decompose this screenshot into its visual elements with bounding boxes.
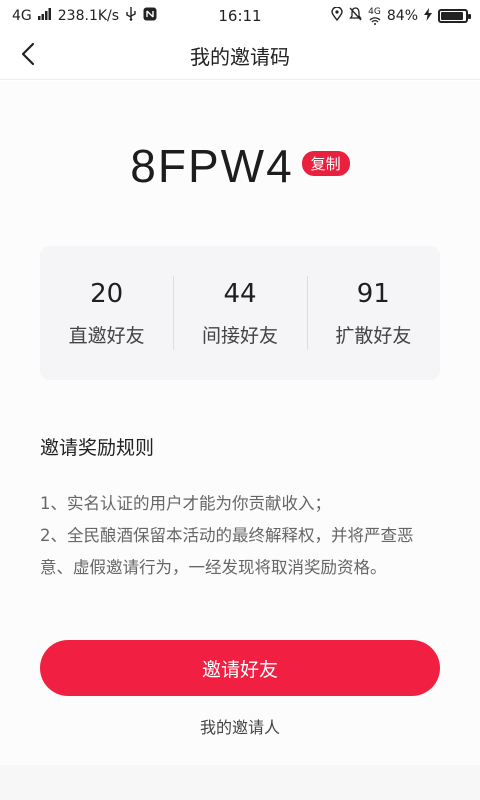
stat-label: 扩散好友 [335,324,412,347]
rules-title: 邀请奖励规则 [40,437,155,459]
bottom-area [0,765,480,800]
stat-value: 91 [356,278,390,309]
stats-card: 20 直邀好友 44 间接好友 91 扩散好友 [40,246,440,380]
copy-button[interactable]: 复制 [301,150,350,176]
lightning-icon [424,7,432,25]
signal-label: 4G [368,6,381,17]
rules-text: 1、实名认证的用户才能为你贡献收入； 2、全民酿酒保留本活动的最终解释权，并将严… [40,488,440,584]
mute-bell-icon [349,7,362,25]
status-left: 4G 238.1K/s [12,7,157,25]
stat-indirect-friends[interactable]: 44 间接好友 [173,246,306,380]
stat-direct-friends[interactable]: 20 直邀好友 [40,246,173,380]
nfc-icon [143,7,157,25]
rule-line: 2、全民酿酒保留本活动的最终解释权，并将严查恶意、虚假邀请行为，一经发现将取消奖… [40,526,414,577]
network-type: 4G [12,8,32,24]
nav-bar: 我的邀请码 [0,32,480,80]
stat-spread-friends[interactable]: 91 扩散好友 [306,246,440,380]
status-right: 4G 84% [331,6,471,25]
invite-code-row: 8FPW4 复制 [0,139,480,193]
stat-label: 间接好友 [201,324,278,347]
battery-fill [441,12,463,20]
invite-friends-button[interactable]: 邀请好友 [40,640,440,696]
status-bar: 4G 238.1K/s 16:11 4G 84% [0,0,480,32]
signal-icon [37,8,52,24]
page-title: 我的邀请码 [190,45,290,69]
invite-code: 8FPW4 [130,140,294,192]
my-inviter-link[interactable]: 我的邀请人 [0,714,480,738]
back-button[interactable] [10,36,46,76]
location-icon [331,6,343,25]
network-speed: 238.1K/s [57,8,120,24]
wifi-4g-icon: 4G [368,6,381,25]
battery-icon [438,9,471,23]
battery-percent: 84% [386,8,418,24]
rule-line: 1、实名认证的用户才能为你贡献收入； [40,494,331,513]
stat-label: 直邀好友 [68,324,145,347]
chevron-left-icon [21,42,35,70]
usb-icon [125,7,137,25]
stat-value: 20 [90,278,124,309]
stat-value: 44 [223,278,257,309]
main-content: 8FPW4 复制 20 直邀好友 44 间接好友 91 扩散好友 邀请奖励规则 … [0,81,480,765]
